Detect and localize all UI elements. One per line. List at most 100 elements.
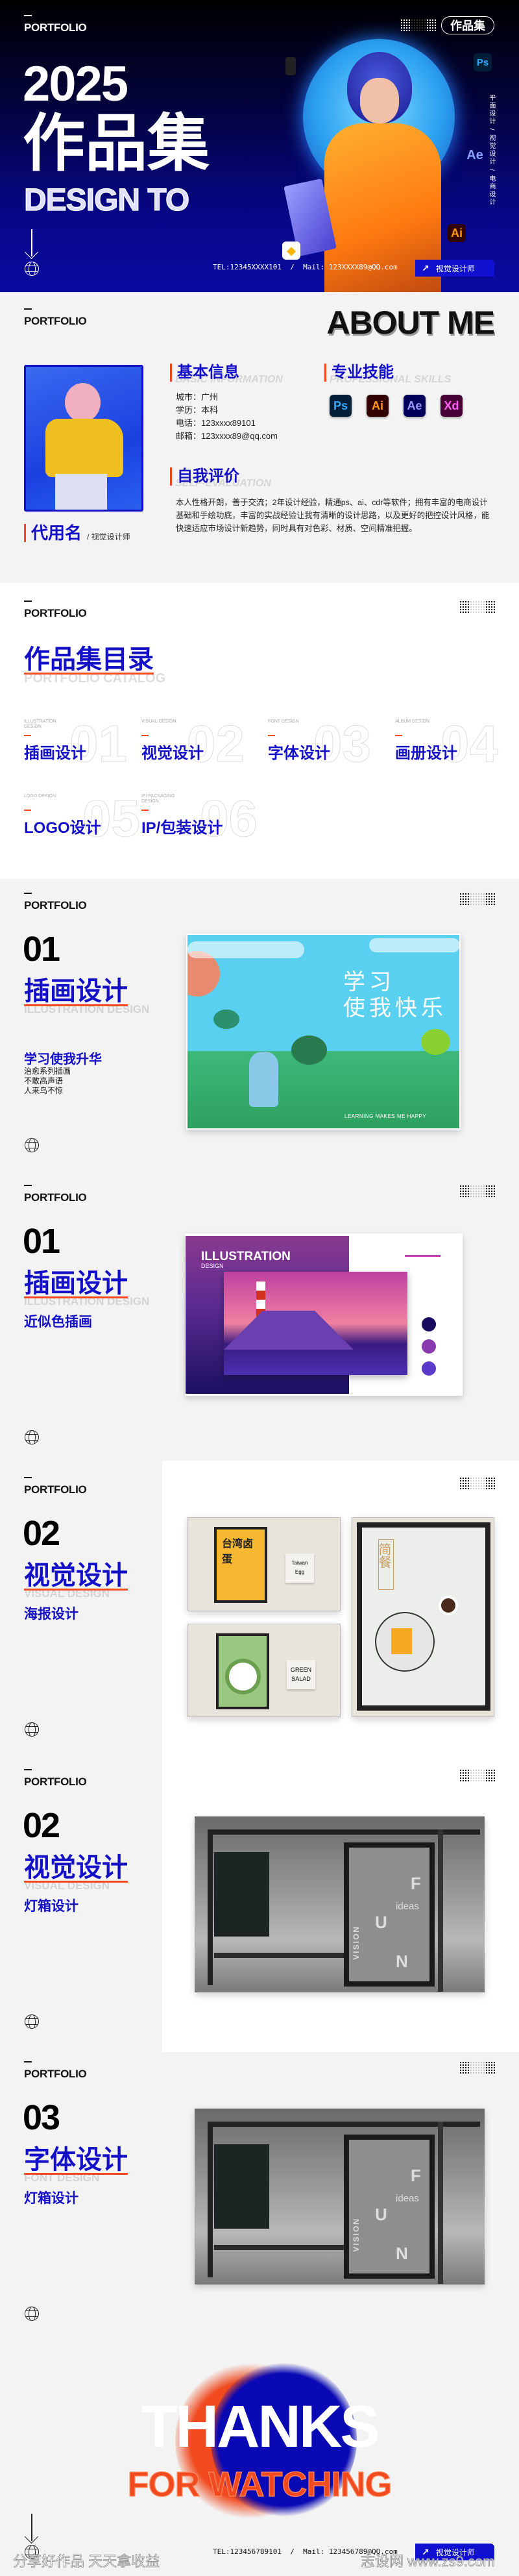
catalog-section: PORTFOLIOPORTFOLIO PORTFOLIO CATALOG 作品集…: [0, 583, 519, 879]
bus-shelter-mockup: F U N ideas VISION: [195, 2109, 485, 2285]
work-subtitle: 学习使我升华: [24, 1052, 102, 1067]
self-evaluation-text: 本人性格开朗，善于交流；2年设计经验，精通ps、ai、cdr等软件；拥有丰富的电…: [176, 498, 490, 533]
catalog-item-dash: [141, 735, 149, 736]
work-subtitle: 近似色插画: [24, 1315, 92, 1330]
about-title: ABOUT ME: [326, 304, 495, 341]
coffee-cup-shape: [439, 1596, 458, 1615]
art-caption: DESIGN: [201, 1263, 224, 1269]
poster-frame: 简餐: [357, 1522, 490, 1711]
portfolio-logo: PORTFOLIOPORTFOLIO: [24, 893, 89, 912]
info-phone: 电话：123xxxx89101: [176, 418, 256, 428]
shelter-post: [438, 1829, 443, 1992]
globe-icon: [25, 1722, 39, 1737]
shelter-board: [214, 2144, 269, 2229]
tree-shape: [421, 1029, 450, 1055]
shelter-post: [438, 2122, 443, 2284]
globe-icon: [25, 262, 39, 276]
info-email: 邮箱：123xxxx89@qq.com: [176, 431, 278, 441]
self-evaluation-heading: 自我评价: [170, 467, 239, 486]
skill-icon-xd: Xd: [441, 395, 463, 417]
color-swatch: [422, 1361, 436, 1376]
poster-letter: U: [375, 1913, 387, 1932]
skill-icon-ps: Ps: [330, 395, 352, 417]
catalog-item[interactable]: 03 FONT DESIGN 字体设计: [268, 717, 378, 770]
work-subtitle: 灯箱设计: [24, 2191, 78, 2206]
profile-photo: [24, 365, 143, 512]
shelter-post: [208, 1829, 213, 1985]
catalog-item-dash: [24, 810, 31, 811]
profile-role: / 视觉设计师: [87, 532, 130, 541]
arrow-down-icon: [23, 2514, 40, 2542]
skill-icon-ae: Ae: [404, 395, 426, 417]
skills-heading: 专业技能: [324, 364, 463, 382]
catalog-item-title: 画册设计: [395, 745, 457, 762]
skill-icons: Ps Ai Ae Xd: [324, 395, 463, 417]
about-section: PORTFOLIOPORTFOLIO ABOUT ME 代用名 / 视觉设计师 …: [0, 292, 519, 583]
dot-grid-icon: [459, 893, 495, 906]
poster-ideas: ideas: [396, 1901, 419, 1912]
info-city: 城市：广州: [176, 392, 219, 402]
poster-title: 台湾卤蛋: [217, 1530, 265, 1600]
catalog-item-dash: [141, 810, 149, 811]
tree-shape: [213, 1009, 239, 1029]
sign-card: Taiwan Egg: [285, 1554, 314, 1583]
globe-icon: [25, 2307, 39, 2321]
art-text-2: 使我快乐: [343, 996, 447, 1021]
work-number: 01: [23, 1222, 60, 1261]
basic-info-heading: 基本信息: [170, 364, 278, 382]
poster-letter: U: [375, 2205, 387, 2224]
work-title: 视觉设计: [24, 1853, 128, 1883]
work-subtitle: 灯箱设计: [24, 1899, 78, 1914]
sign-card: GREEN SALAD: [287, 1660, 315, 1689]
skill-icon-ai: Ai: [367, 395, 389, 417]
work-title: 字体设计: [24, 2146, 128, 2175]
poster-title: 简餐: [376, 1539, 394, 1590]
sign-text: Egg: [295, 1569, 305, 1575]
portfolio-logo: PORTFOLIOPORTFOLIO: [24, 601, 89, 620]
dot-grid-icon: [459, 601, 495, 613]
poster-mockup-1: 台湾卤蛋 Taiwan Egg: [187, 1517, 341, 1611]
poster-letter: F: [411, 2166, 421, 2185]
portfolio-logo: PORTFOLIOPORTFOLIO: [24, 1769, 89, 1789]
poster-letter: N: [396, 2244, 408, 2263]
work-title: 视觉设计: [24, 1561, 128, 1591]
globe-icon: [25, 1138, 39, 1152]
work-number: 03: [23, 2098, 60, 2137]
catalog-item-title: IP/包装设计: [141, 819, 223, 837]
catalog-item-en: ILLUSTRATION DESIGN: [24, 719, 56, 729]
dot-grid-icon: [459, 1477, 495, 1490]
portfolio-logo: PORTFOLIOPORTFOLIO: [24, 308, 89, 328]
catalog-item[interactable]: 02 VISUAL DESIGN 视觉设计: [141, 717, 252, 770]
catalog-item[interactable]: 05 LOGO DESIGN LOGO设计: [24, 792, 140, 845]
profile-name: 代用名: [24, 524, 82, 542]
shelter-bench: [214, 1953, 344, 1958]
dot-grid-icon: [459, 2061, 495, 2074]
catalog-item[interactable]: 04 ALBUM DESIGN 画册设计: [395, 717, 505, 770]
catalog-item[interactable]: 01 ILLUSTRATION DESIGN 插画设计: [24, 717, 134, 770]
portfolio-logo: PORTFOLIOPORTFOLIO: [24, 15, 89, 34]
thanks-title: THANKS: [141, 2394, 380, 2460]
catalog-item-en: ALBUM DESIGN: [395, 719, 429, 724]
poster-frame: [216, 1633, 269, 1709]
work-number: 01: [23, 930, 60, 969]
catalog-title: 作品集目录: [24, 645, 154, 675]
portfolio-logo: PORTFOLIOPORTFOLIO: [24, 1185, 89, 1204]
catalog-item-title: 视觉设计: [141, 745, 204, 762]
mountain-shape: [224, 1311, 354, 1350]
arrow-up-right-icon: ↗: [422, 262, 429, 273]
dot-grid-icon: [459, 1185, 495, 1198]
catalog-item-title: LOGO设计: [24, 819, 101, 837]
portfolio-logo: PORTFOLIOPORTFOLIO: [24, 1477, 89, 1496]
salad-plate-shape: [225, 1659, 261, 1694]
sign-text: Taiwan: [291, 1560, 308, 1566]
catalog-item-dash: [268, 735, 275, 736]
visual-designer-button[interactable]: ↗ 视觉设计师: [415, 260, 494, 277]
catalog-item[interactable]: 06 IP/ PACKAGING DESIGN IP/包装设计: [141, 792, 258, 845]
catalog-item-en: IP/ PACKAGING DESIGN: [141, 794, 175, 804]
lightbox-poster: F U N ideas VISION: [349, 2140, 429, 2273]
work-description-line: 人来鸟不惊: [24, 1086, 64, 1095]
poster-ideas: ideas: [396, 2193, 419, 2204]
portfolio-logo: PORTFOLIOPORTFOLIO: [24, 2061, 89, 2081]
poster-vision: VISION: [352, 2218, 361, 2252]
hero-subtitle: DESIGN TO: [23, 183, 189, 217]
